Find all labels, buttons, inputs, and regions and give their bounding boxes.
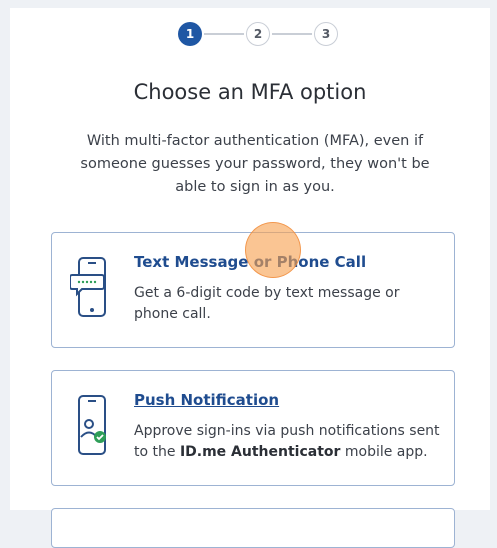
option-text-message-card[interactable]: Text Message or Phone Call Get a 6-digit…: [51, 232, 455, 348]
option-text-message-description: Get a 6-digit code by text message or ph…: [134, 285, 400, 322]
option-push-notification-title[interactable]: Push Notification: [134, 391, 279, 409]
step-1-indicator: 1: [178, 22, 202, 46]
option-push-notification-description: Approve sign-ins via push notifications …: [134, 421, 444, 463]
option-push-notification-card[interactable]: Push Notification Approve sign-ins via p…: [51, 370, 455, 486]
phone-user-check-icon: [78, 395, 106, 455]
option-card-partial[interactable]: [51, 508, 455, 548]
step-connector: [272, 33, 312, 35]
phone-message-icon: [70, 257, 106, 317]
progress-stepper: 1 2 3: [178, 22, 338, 48]
step-2-indicator: 2: [246, 22, 270, 46]
option-text-message-title[interactable]: Text Message or Phone Call: [134, 253, 366, 271]
step-connector: [204, 33, 244, 35]
step-3-indicator: 3: [314, 22, 338, 46]
description-suffix: mobile app.: [340, 444, 428, 460]
authenticator-app-name: ID.me Authenticator: [179, 444, 341, 460]
page-subtitle: With multi-factor authentication (MFA), …: [80, 133, 430, 195]
mfa-page: 1 2 3 Choose an MFA option With multi-fa…: [10, 8, 490, 548]
page-title: Choose an MFA option: [133, 80, 367, 104]
